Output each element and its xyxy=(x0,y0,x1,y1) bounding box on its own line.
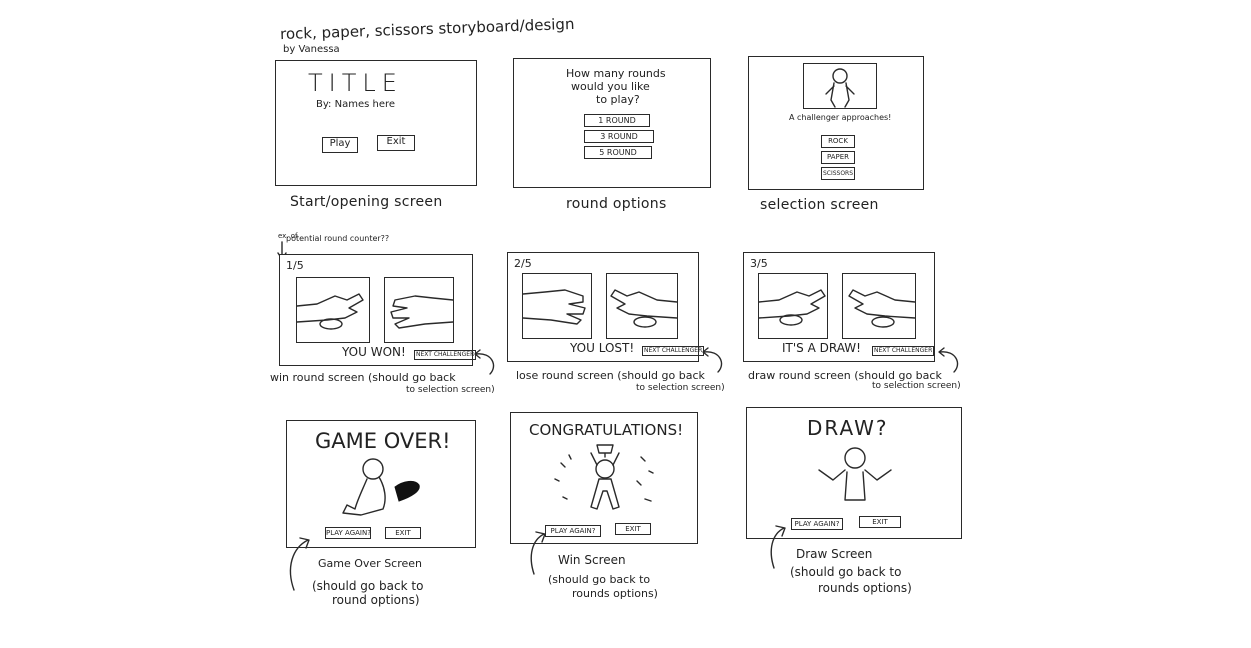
challenger-prompt: A challenger approaches! xyxy=(789,113,892,122)
selection-caption: selection screen xyxy=(760,197,879,213)
opponent-hand-box xyxy=(606,273,678,339)
storyboard-byline: by Vanessa xyxy=(283,44,340,55)
round-option-3[interactable]: 3 ROUND xyxy=(584,130,654,143)
paper-button[interactable]: PAPER xyxy=(821,151,855,164)
draw-screen-frame: DRAW? PLAY AGAIN? EXIT xyxy=(746,407,962,539)
exit-button[interactable]: Exit xyxy=(377,135,415,151)
next-challenger-button[interactable]: NEXT CHALLENGER xyxy=(414,350,477,360)
win-note-2: rounds options) xyxy=(572,587,658,600)
exit-button[interactable]: EXIT xyxy=(385,527,421,539)
play-again-button[interactable]: PLAY AGAIN? xyxy=(791,518,843,530)
win-round-frame: 1/5 YOU WON! NEXT CHALLENGER xyxy=(279,254,477,366)
draw-caption: Draw Screen xyxy=(796,547,873,561)
play-button[interactable]: Play xyxy=(322,137,358,153)
shrugging-figure-icon xyxy=(818,447,892,501)
start-title: TITLE xyxy=(308,69,403,97)
scissors-button[interactable]: SCISSORS xyxy=(821,167,855,180)
rounds-question-line3: to play? xyxy=(596,93,640,106)
lose-round-caption-2: to selection screen) xyxy=(636,383,725,393)
draw-round-frame: 3/5 IT'S A DRAW! NEXT CHALLENGER xyxy=(743,252,935,362)
round-options-frame: How many rounds would you like to play? … xyxy=(513,58,711,188)
player-hand-box xyxy=(522,273,592,339)
win-title: CONGRATULATIONS! xyxy=(529,421,684,439)
round-option-1[interactable]: 1 ROUND xyxy=(584,114,650,127)
start-names: By: Names here xyxy=(316,99,396,110)
round-result-text: YOU LOST! xyxy=(570,341,635,355)
win-caption: Win Screen xyxy=(558,553,626,567)
draw-note-1: (should go back to xyxy=(790,565,902,579)
challenger-figure-icon xyxy=(825,68,855,108)
game-over-title: GAME OVER! xyxy=(315,429,451,453)
back-arrow-icon xyxy=(530,531,546,575)
player-hand-box xyxy=(296,277,370,343)
game-over-note-2: round options) xyxy=(332,593,420,607)
round-counter: 3/5 xyxy=(750,257,768,270)
rounds-question-line1: How many rounds xyxy=(566,67,666,80)
lose-round-frame: 2/5 YOU LOST! NEXT CHALLENGER xyxy=(507,252,705,362)
game-over-frame: GAME OVER! PLAY AGAIN? EXIT xyxy=(286,420,476,548)
start-screen-frame: TITLE By: Names here Play Exit xyxy=(275,60,477,186)
rock-hand-icon xyxy=(296,293,364,330)
round-option-5[interactable]: 5 ROUND xyxy=(584,146,652,159)
lose-round-caption: lose round screen (should go back xyxy=(516,369,705,382)
win-round-caption: win round screen (should go back xyxy=(270,371,456,384)
next-challenger-button[interactable]: NEXT CHALLENGER xyxy=(872,346,935,356)
win-note-1: (should go back to xyxy=(548,573,651,586)
storyboard-title: rock, paper, scissors storyboard/design xyxy=(279,14,575,44)
play-again-button[interactable]: PLAY AGAIN? xyxy=(325,527,371,539)
player-hand-box xyxy=(758,273,828,339)
game-over-caption: Game Over Screen xyxy=(318,557,423,570)
paper-hand-icon xyxy=(522,289,586,325)
rock-hand-icon xyxy=(758,289,826,326)
round-options-caption: round options xyxy=(566,196,667,212)
opponent-hand-box xyxy=(384,277,454,343)
defeated-figure-icon xyxy=(342,458,420,516)
rock-hand-icon xyxy=(848,289,916,328)
rock-hand-icon xyxy=(610,289,678,328)
challenger-picture xyxy=(803,63,877,109)
draw-title: DRAW? xyxy=(807,416,889,440)
rock-button[interactable]: ROCK xyxy=(821,135,855,148)
round-result-text: IT'S A DRAW! xyxy=(782,341,861,355)
opponent-hand-box xyxy=(842,273,916,339)
round-counter: 1/5 xyxy=(286,259,304,272)
start-caption: Start/opening screen xyxy=(290,194,443,210)
rounds-question-line2: would you like xyxy=(571,80,650,93)
round-counter-note-line2: potential round counter?? xyxy=(286,234,390,243)
win-screen-frame: CONGRATULATIONS! PLAY AGAIN? EXIT xyxy=(510,412,698,544)
round-result-text: YOU WON! xyxy=(342,345,406,359)
paper-hand-icon xyxy=(390,295,454,329)
back-arrow-icon xyxy=(474,349,495,375)
round-counter: 2/5 xyxy=(514,257,532,270)
selection-screen-frame: A challenger approaches! ROCK PAPER SCIS… xyxy=(748,56,924,190)
exit-button[interactable]: EXIT xyxy=(859,516,901,528)
win-round-caption-2: to selection screen) xyxy=(406,385,495,395)
draw-note-2: rounds options) xyxy=(818,581,912,595)
celebrating-figure-icon xyxy=(554,444,654,510)
next-challenger-button[interactable]: NEXT CHALLENGER xyxy=(642,346,705,356)
exit-button[interactable]: EXIT xyxy=(615,523,651,535)
game-over-note-1: (should go back to xyxy=(312,579,424,593)
draw-round-caption-2: to selection screen) xyxy=(872,381,961,391)
